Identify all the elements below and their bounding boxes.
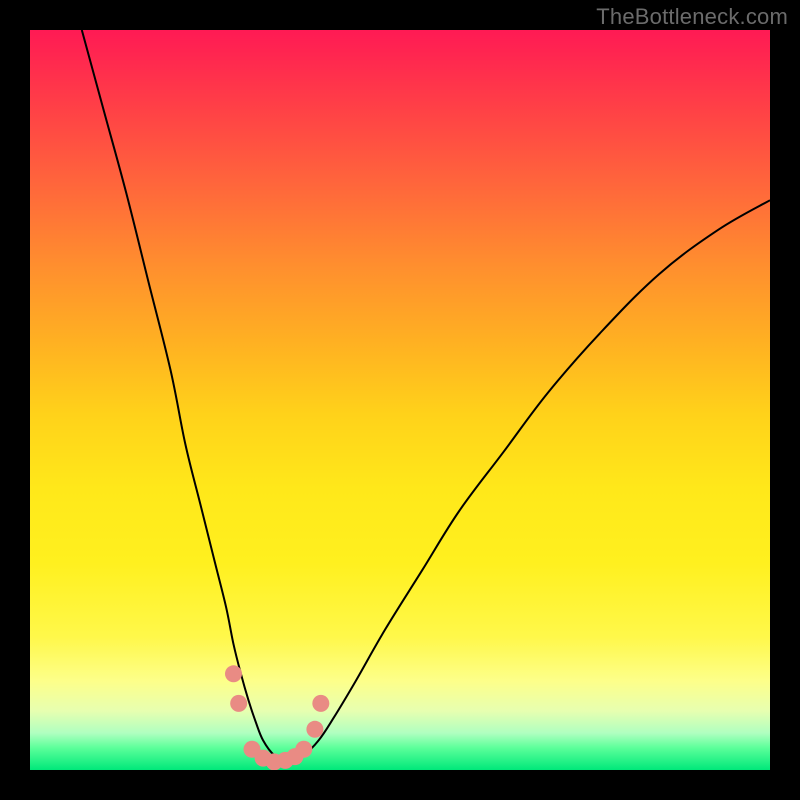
valley-marker xyxy=(306,721,323,738)
valley-marker xyxy=(312,695,329,712)
curve-left xyxy=(82,30,289,763)
valley-marker xyxy=(295,741,312,758)
chart-frame: TheBottleneck.com xyxy=(0,0,800,800)
valley-marker xyxy=(230,695,247,712)
watermark-text: TheBottleneck.com xyxy=(596,4,788,30)
curve-right xyxy=(289,200,770,762)
valley-marker xyxy=(225,665,242,682)
plot-area xyxy=(30,30,770,770)
curve-svg xyxy=(30,30,770,770)
